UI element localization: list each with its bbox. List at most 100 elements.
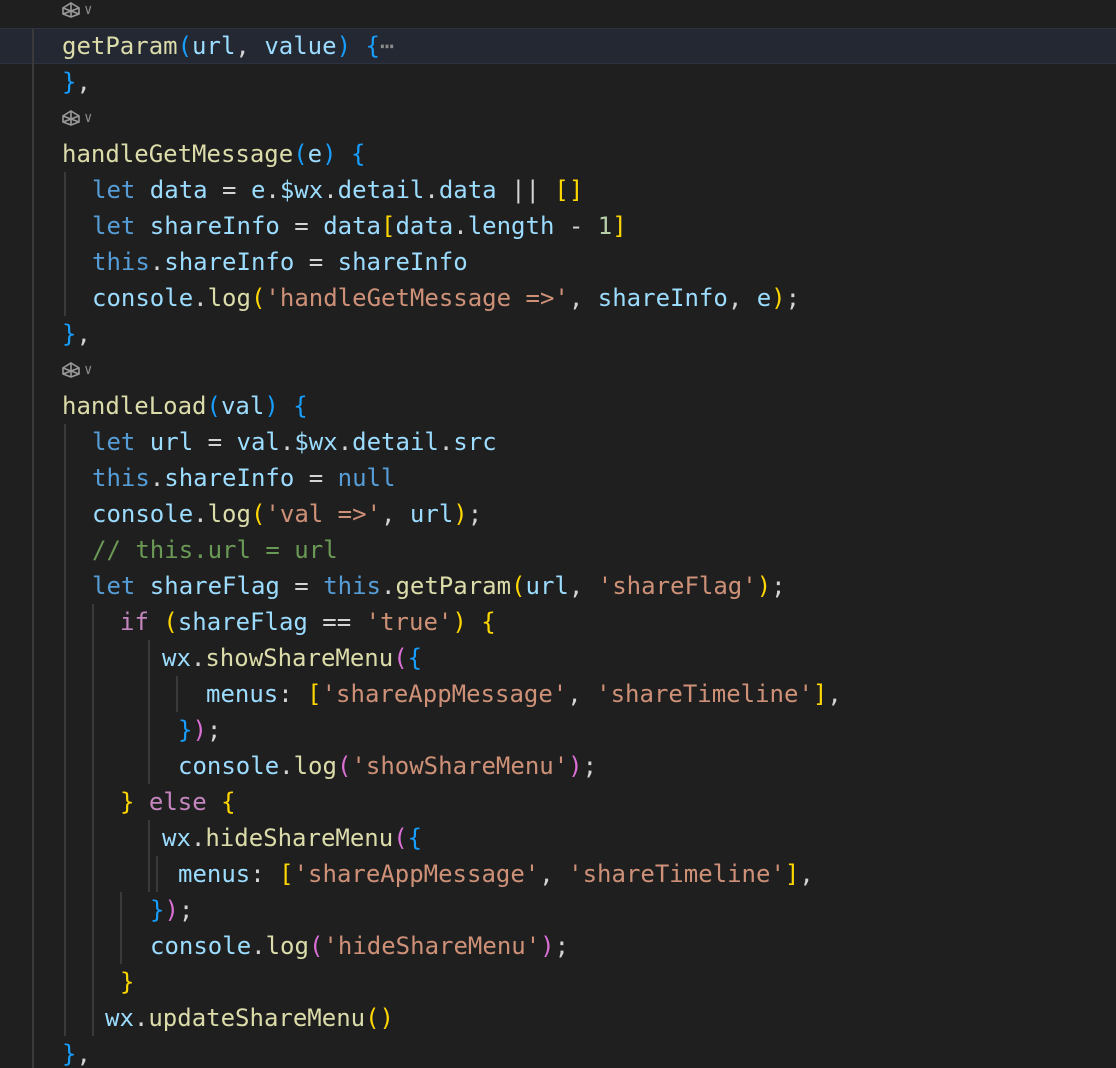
code-line[interactable]: menus: ['shareAppMessage', 'shareTimelin…: [0, 856, 1116, 892]
code-line[interactable]: let url = val.$wx.detail.src: [0, 424, 1116, 460]
code-token: ]: [784, 860, 800, 888]
code-token: ;: [206, 716, 222, 744]
code-token: detail: [337, 176, 425, 204]
code-line[interactable]: console.log('val =>', url);: [0, 496, 1116, 532]
code-line[interactable]: if (shareFlag == 'true') {: [0, 604, 1116, 640]
code-text: console.log('hideShareMenu');: [150, 928, 569, 964]
code-token: data: [149, 176, 208, 204]
code-line[interactable]: }: [0, 964, 1116, 1000]
code-line[interactable]: let shareFlag = this.getParam(url, 'shar…: [0, 568, 1116, 604]
code-text: let shareFlag = this.getParam(url, 'shar…: [92, 568, 786, 604]
codelens-row[interactable]: ∨: [0, 352, 1116, 388]
code-token: :: [278, 680, 308, 708]
folded-region-ellipsis[interactable]: ⋯: [380, 32, 394, 60]
code-token: ;: [467, 500, 483, 528]
code-line[interactable]: console.log('showShareMenu');: [0, 748, 1116, 784]
code-token: 'handleGetMessage =>': [265, 284, 569, 312]
indent-guide: [32, 748, 34, 784]
code-line[interactable]: let shareInfo = data[data.length - 1]: [0, 208, 1116, 244]
indent-guide: [148, 712, 150, 748]
indent-guide: [92, 604, 94, 640]
code-token: shareInfo: [597, 284, 728, 312]
code-line[interactable]: let data = e.$wx.detail.data || []: [0, 172, 1116, 208]
code-token: console: [150, 932, 252, 960]
indent-guide: [148, 856, 150, 892]
code-token: ): [771, 284, 786, 312]
code-line[interactable]: },: [0, 1036, 1116, 1068]
code-token: ,: [568, 572, 598, 600]
indent-guide: [64, 172, 66, 208]
indent-guide: [32, 676, 34, 712]
codelens-icon[interactable]: ∨: [60, 0, 92, 28]
code-line[interactable]: } else {: [0, 784, 1116, 820]
code-line[interactable]: getParam(url, value) {⋯: [0, 28, 1116, 65]
code-text: handleGetMessage(e) {: [62, 136, 365, 172]
chevron-down-icon[interactable]: ∨: [84, 100, 92, 136]
codelens-row[interactable]: ∨: [0, 100, 1116, 136]
code-token: .: [193, 284, 208, 312]
code-line[interactable]: console.log('handleGetMessage =>', share…: [0, 280, 1116, 316]
code-line[interactable]: });: [0, 892, 1116, 928]
indent-guide: [32, 136, 34, 172]
code-line[interactable]: wx.showShareMenu({: [0, 640, 1116, 676]
indent-guide: [64, 676, 66, 712]
code-text: },: [62, 64, 91, 100]
codelens-icon[interactable]: ∨: [60, 352, 92, 388]
code-token: ): [264, 392, 294, 420]
code-token: .: [337, 428, 353, 456]
code-token: ,: [799, 860, 814, 888]
indent-guide: [32, 388, 34, 424]
indent-guide: [32, 568, 34, 604]
codelens-icon[interactable]: ∨: [60, 100, 92, 136]
code-token: (: [393, 644, 408, 672]
indent-guide: [148, 820, 150, 856]
indent-guide: [32, 892, 34, 928]
code-editor[interactable]: ∨ getParam(url, value) {⋯}, ∨ handleGetMess…: [0, 0, 1116, 1068]
code-token: ;: [785, 284, 801, 312]
code-token: .: [279, 428, 295, 456]
indent-guide: [64, 712, 66, 748]
code-text: wx.showShareMenu({: [162, 640, 422, 676]
code-token: =: [207, 176, 251, 204]
code-token: .: [149, 464, 165, 492]
indent-guide: [32, 784, 34, 820]
code-token: .: [149, 248, 165, 276]
code-line[interactable]: wx.updateShareMenu(): [0, 1000, 1116, 1036]
code-token: null: [337, 464, 396, 492]
code-token: (: [250, 500, 266, 528]
code-line[interactable]: },: [0, 64, 1116, 100]
code-token: let: [92, 572, 150, 600]
codelens-row[interactable]: ∨: [0, 0, 1116, 28]
chevron-down-icon[interactable]: ∨: [84, 0, 92, 28]
code-line[interactable]: this.shareInfo = null: [0, 460, 1116, 496]
code-line[interactable]: this.shareInfo = shareInfo: [0, 244, 1116, 280]
code-token: updateShareMenu: [148, 1004, 366, 1032]
code-token: ;: [582, 752, 598, 780]
indent-guide: [92, 856, 94, 892]
code-line[interactable]: menus: ['shareAppMessage', 'shareTimelin…: [0, 676, 1116, 712]
code-line[interactable]: },: [0, 316, 1116, 352]
indent-guide: [32, 280, 34, 316]
indent-guide: [64, 892, 66, 928]
code-token: {: [407, 824, 423, 852]
code-text: let data = e.$wx.detail.data || []: [92, 172, 583, 208]
indent-guide: [64, 208, 66, 244]
code-line[interactable]: wx.hideShareMenu({: [0, 820, 1116, 856]
code-line[interactable]: handleLoad(val) {: [0, 388, 1116, 424]
code-token: =: [294, 464, 338, 492]
code-line[interactable]: // this.url = url: [0, 532, 1116, 568]
chevron-down-icon[interactable]: ∨: [84, 352, 92, 388]
code-line[interactable]: console.log('hideShareMenu');: [0, 928, 1116, 964]
code-line[interactable]: handleGetMessage(e) {: [0, 136, 1116, 172]
code-token: length: [467, 212, 555, 240]
code-token: .: [438, 428, 454, 456]
indent-guide: [92, 820, 94, 856]
code-line[interactable]: });: [0, 712, 1116, 748]
code-text: wx.hideShareMenu({: [162, 820, 422, 856]
code-token: .: [323, 176, 338, 204]
code-token: console: [178, 752, 280, 780]
code-token: ==: [307, 608, 366, 636]
code-token: shareInfo: [337, 248, 468, 276]
indent-guide: [32, 460, 34, 496]
indent-guide: [64, 1000, 66, 1036]
